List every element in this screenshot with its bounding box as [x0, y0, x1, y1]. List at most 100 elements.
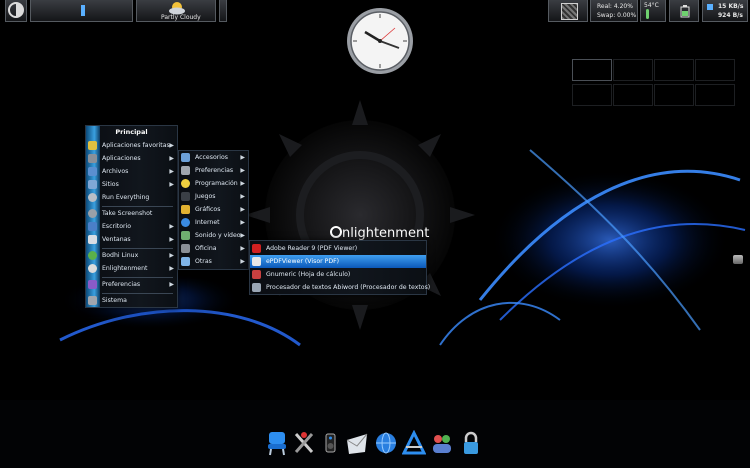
submenu-item-graphics[interactable]: Gráficos ▶	[179, 203, 248, 216]
users-icon[interactable]	[430, 430, 454, 456]
lightbulb-icon	[181, 179, 190, 188]
applications-submenu: Accesorios ▶ Preferencias ▶ Programación ▶ …	[178, 150, 249, 270]
network-tray-icon[interactable]	[733, 255, 743, 264]
thermometer-icon	[646, 9, 649, 19]
net-down: 15 KB/s	[718, 3, 744, 10]
chevron-right-icon: ▶	[169, 181, 174, 188]
app-item-epdfviewer[interactable]: ePDFViewer (Visor PDF)	[250, 255, 426, 268]
chevron-right-icon: ▶	[240, 232, 245, 239]
temperature-gadget[interactable]: 54°C	[640, 0, 666, 22]
submenu-item-office[interactable]: Oficina ▶	[179, 242, 248, 255]
drive-icon	[88, 180, 97, 189]
chair-icon[interactable]	[265, 430, 289, 456]
battery-gadget[interactable]	[669, 0, 699, 22]
office-icon	[181, 244, 190, 253]
cpu-gadget[interactable]	[548, 0, 588, 22]
chevron-right-icon: ▶	[169, 168, 174, 175]
main-menu: Principal Aplicaciones favoritas ▶ Aplica…	[85, 125, 178, 308]
speaker-icon[interactable]	[318, 430, 342, 456]
chevron-right-icon: ▶	[169, 155, 174, 162]
menu-item-enlightenment[interactable]: Enlightenment ▶	[86, 262, 177, 275]
pager-desk-1[interactable]	[572, 59, 612, 81]
office-submenu: Adobe Reader 9 (PDF Viewer) ePDFViewer (…	[249, 240, 430, 295]
start-gadget[interactable]	[5, 0, 27, 22]
weather-gadget[interactable]: Partly Cloudy	[136, 0, 216, 22]
cpu-chip-icon	[561, 3, 578, 20]
submenu-item-programming[interactable]: Programación ▶	[179, 177, 248, 190]
main-menu-title: Principal	[115, 128, 148, 136]
submenu-item-accessories[interactable]: Accesorios ▶	[179, 151, 248, 164]
app-item-adobe-reader[interactable]: Adobe Reader 9 (PDF Viewer)	[250, 242, 426, 255]
blank-shelf-gadget	[219, 0, 227, 22]
menu-item-places[interactable]: Sitios ▶	[86, 178, 177, 191]
menu-item-run-everything[interactable]: Run Everything	[86, 191, 177, 204]
menu-item-applications[interactable]: Aplicaciones ▶	[86, 152, 177, 165]
mail-icon[interactable]	[345, 430, 369, 456]
menu-item-bodhi-linux[interactable]: Bodhi Linux ▶	[86, 249, 177, 262]
chevron-right-icon: ▶	[240, 167, 245, 174]
pager-desk-6[interactable]	[613, 84, 653, 106]
pager-indicator-icon	[81, 5, 85, 16]
net-up: 924 B/s	[718, 12, 743, 19]
brand-text: nlightenment	[342, 226, 430, 241]
chess-knight-icon	[181, 192, 190, 201]
word-processor-icon	[252, 283, 261, 292]
lock-icon[interactable]	[459, 430, 483, 456]
app-store-icon[interactable]	[402, 430, 426, 456]
preferences-icon	[181, 166, 190, 175]
pager-desk-2[interactable]	[613, 59, 653, 81]
accessories-icon	[181, 153, 190, 162]
menu-item-preferences[interactable]: Preferencias ▶	[86, 278, 177, 291]
pager-desk-4[interactable]	[695, 59, 735, 81]
menu-item-take-screenshot[interactable]: Take Screenshot	[86, 207, 177, 220]
menu-item-desktop[interactable]: Escritorio ▶	[86, 220, 177, 233]
bodhi-leaf-icon	[88, 251, 97, 260]
chevron-right-icon: ▶	[240, 219, 245, 226]
chevron-right-icon: ▶	[169, 142, 174, 149]
globe-icon	[181, 218, 190, 227]
weather-label: Partly Cloudy	[161, 14, 201, 21]
menu-item-system[interactable]: Sistema	[86, 294, 177, 307]
sunburst-decoration	[245, 100, 475, 330]
submenu-item-preferences[interactable]: Preferencias ▶	[179, 164, 248, 177]
folder-icon	[88, 167, 97, 176]
brand-e-icon	[330, 226, 342, 238]
chevron-right-icon: ▶	[240, 258, 245, 265]
pager-desk-8[interactable]	[695, 84, 735, 106]
submenu-item-other[interactable]: Otras ▶	[179, 255, 248, 268]
menu-item-windows[interactable]: Ventanas ▶	[86, 233, 177, 246]
analog-clock[interactable]	[345, 6, 415, 76]
chevron-right-icon: ▶	[169, 252, 174, 259]
desktop-icon	[88, 222, 97, 231]
pager-desk-3[interactable]	[654, 59, 694, 81]
globe-icon[interactable]	[374, 430, 398, 456]
chevron-right-icon: ▶	[240, 180, 245, 187]
tools-icon[interactable]	[292, 430, 316, 456]
star-icon	[88, 141, 97, 150]
menu-item-favorite-apps[interactable]: Aplicaciones favoritas ▶	[86, 139, 177, 152]
cube-icon	[181, 257, 190, 266]
system-icon	[88, 296, 97, 305]
preferences-icon	[88, 280, 97, 289]
multimedia-icon	[181, 231, 190, 240]
submenu-item-games[interactable]: Juegos ▶	[179, 190, 248, 203]
submenu-item-sound-video[interactable]: Sonido y vídeo ▶	[179, 229, 248, 242]
pager-desk-5[interactable]	[572, 84, 612, 106]
submenu-item-internet[interactable]: Internet ▶	[179, 216, 248, 229]
net-arrow-icon	[707, 4, 713, 10]
chevron-right-icon: ▶	[169, 265, 174, 272]
camera-icon	[88, 209, 97, 218]
app-item-abiword[interactable]: Procesador de textos Abiword (Procesador…	[250, 281, 430, 294]
graphics-icon	[181, 205, 190, 214]
pager-desk-7[interactable]	[654, 84, 694, 106]
desktop-pager	[572, 59, 737, 107]
pager-gadget[interactable]	[30, 0, 133, 22]
network-gadget[interactable]: 15 KB/s 924 B/s	[702, 0, 748, 22]
app-item-gnumeric[interactable]: Gnumeric (Hoja de cálculo)	[250, 268, 426, 281]
mem-swap: Swap: 0.00%	[597, 12, 637, 19]
menu-item-files[interactable]: Archivos ▶	[86, 165, 177, 178]
memory-gadget[interactable]: Real: 4.20% Swap: 0.00%	[590, 0, 638, 22]
chevron-right-icon: ▶	[169, 236, 174, 243]
windows-icon	[88, 235, 97, 244]
chevron-right-icon: ▶	[169, 223, 174, 230]
